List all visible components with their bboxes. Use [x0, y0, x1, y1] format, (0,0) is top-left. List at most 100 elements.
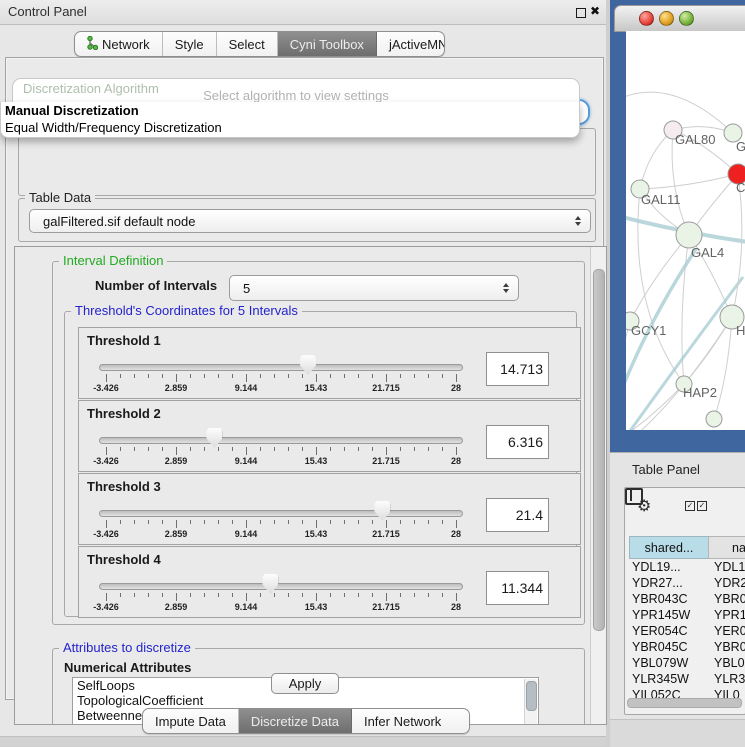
threshold-value-field[interactable]: 11.344: [486, 571, 549, 605]
slider-tick: [162, 593, 163, 597]
slider-track[interactable]: [99, 364, 463, 371]
checkbox-icon[interactable]: ✓: [697, 501, 707, 511]
slider-tick: [344, 374, 345, 378]
table-row[interactable]: YER054CYER0: [629, 624, 745, 640]
slider-tick: [386, 520, 387, 528]
column-header-name[interactable]: na: [708, 536, 745, 559]
slider-tick: [330, 593, 331, 597]
interval-definition-title: Interval Definition: [59, 254, 167, 268]
network-edge[interactable]: [626, 249, 696, 427]
network-edge[interactable]: [640, 174, 738, 189]
slider-tick: [106, 593, 107, 601]
slider-thumb[interactable]: [206, 428, 222, 448]
gear-icon[interactable]: ⚙: [637, 496, 651, 516]
attributes-list-scrollbar[interactable]: [524, 679, 537, 725]
tab-label: Impute Data: [155, 714, 226, 729]
tab-infer-network[interactable]: Infer Network: [352, 709, 453, 733]
slider-tick: [302, 374, 303, 378]
slider-tick-label: 21.715: [372, 383, 400, 393]
slider-thumb[interactable]: [374, 501, 390, 521]
close-traffic-light[interactable]: [639, 11, 654, 26]
slider-track[interactable]: [99, 510, 463, 517]
top-tab-bar: NetworkStyleSelectCyni ToolboxjActiveMNo…: [74, 31, 445, 57]
zoom-traffic-light[interactable]: [679, 11, 694, 26]
slider-track[interactable]: [99, 583, 463, 590]
slider-tick: [358, 520, 359, 524]
minimize-traffic-light[interactable]: [659, 11, 674, 26]
tab-impute-data[interactable]: Impute Data: [143, 709, 239, 733]
slider-tick: [302, 520, 303, 524]
control-panel-titlebar: Control Panel ✖: [0, 0, 606, 25]
tab-network[interactable]: Network: [75, 32, 163, 56]
threshold-value-field[interactable]: 6.316: [486, 425, 549, 459]
slider-tick-label: 2.859: [165, 602, 188, 612]
bottom-tab-bar: Impute Data Discretize DataInfer Network: [142, 708, 470, 734]
table-data-combo[interactable]: galFiltered.sif default node: [29, 209, 591, 233]
tab-style[interactable]: Style: [163, 32, 217, 56]
panel-vertical-scrollbar[interactable]: [590, 247, 606, 724]
slider-track[interactable]: [99, 437, 463, 444]
network-canvas[interactable]: GAL80GCGAL11GAL4GCY1HHAP2: [626, 31, 745, 430]
slider-tick: [232, 520, 233, 524]
slider-tick: [316, 374, 317, 382]
slider-tick: [246, 520, 247, 528]
table-row[interactable]: YDR27...YDR2: [629, 576, 745, 592]
table-row[interactable]: YDL19...YDL1: [629, 560, 745, 576]
checkbox-icon[interactable]: ✓: [685, 501, 695, 511]
apply-button[interactable]: Apply: [271, 673, 339, 694]
slider-tick: [316, 593, 317, 601]
tab-select[interactable]: Select: [217, 32, 278, 56]
table-row[interactable]: YBR043CYBR0: [629, 592, 745, 608]
threshold-label: Threshold 3: [87, 479, 161, 494]
network-edge[interactable]: [732, 174, 742, 317]
slider-tick: [274, 447, 275, 451]
slider-tick: [372, 520, 373, 524]
float-window-icon[interactable]: [576, 8, 586, 18]
threshold-value-field[interactable]: 14.713: [486, 352, 549, 386]
cell-name: YBR0: [714, 592, 745, 606]
slider-thumb[interactable]: [300, 355, 316, 375]
table-horizontal-scrollbar[interactable]: [627, 698, 743, 706]
attribute-item-topologicalcoefficient[interactable]: TopologicalCoefficient: [73, 693, 538, 708]
table-row[interactable]: YBR045CYBR0: [629, 640, 745, 656]
network-edge[interactable]: [682, 235, 689, 384]
algorithm-option-manual-discretization[interactable]: Manual Discretization: [1, 102, 579, 119]
slider-tick: [260, 447, 261, 451]
table-row[interactable]: YLR345WYLR3: [629, 672, 745, 688]
slider-tick-label: 9.144: [235, 456, 258, 466]
slider-tick: [386, 374, 387, 382]
slider-tick-label: 28: [451, 529, 461, 539]
slider-tick: [386, 447, 387, 455]
thresholds-group-title: Threshold's Coordinates for 5 Intervals: [71, 304, 302, 318]
slider-tick: [190, 520, 191, 524]
slider-tick: [400, 374, 401, 378]
tab-discretize-data[interactable]: Discretize Data: [239, 709, 352, 733]
slider-tick: [176, 593, 177, 601]
network-edge[interactable]: [640, 130, 673, 189]
close-icon[interactable]: ✖: [590, 4, 600, 18]
threshold-value-field[interactable]: 21.4: [486, 498, 549, 532]
threshold-panel: Threshold 3 21.4 -3.4262.8599.14415.4321…: [78, 473, 581, 545]
slider-tick: [344, 447, 345, 451]
network-icon: [87, 36, 98, 53]
network-graph: GAL80GCGAL11GAL4GCY1HHAP2: [626, 31, 745, 430]
tab-cyni-toolbox[interactable]: Cyni Toolbox: [278, 32, 377, 56]
slider-thumb[interactable]: [262, 574, 278, 594]
slider-tick: [344, 593, 345, 597]
slider-tick-label: 9.144: [235, 383, 258, 393]
table-row[interactable]: YPR145WYPR1: [629, 608, 745, 624]
num-intervals-combo[interactable]: 5: [229, 275, 519, 301]
table-row[interactable]: YBL079WYBL0: [629, 656, 745, 672]
column-header-shared-name[interactable]: shared...: [629, 536, 709, 559]
tab-jactivemnodules[interactable]: jActiveMNodules: [377, 32, 445, 56]
algorithm-option-equal-width-frequency-discretization[interactable]: Equal Width/Frequency Discretization: [1, 119, 579, 136]
slider-tick-label: 21.715: [372, 602, 400, 612]
discretization-algorithm-group: [18, 128, 596, 196]
node-label: GAL11: [641, 192, 681, 207]
spinner-arrows-icon: [503, 283, 509, 293]
network-edge[interactable]: [626, 277, 743, 430]
node-label: H: [736, 323, 745, 338]
network-node[interactable]: [706, 411, 722, 427]
slider-tick: [120, 593, 121, 597]
network-edge[interactable]: [638, 189, 684, 384]
